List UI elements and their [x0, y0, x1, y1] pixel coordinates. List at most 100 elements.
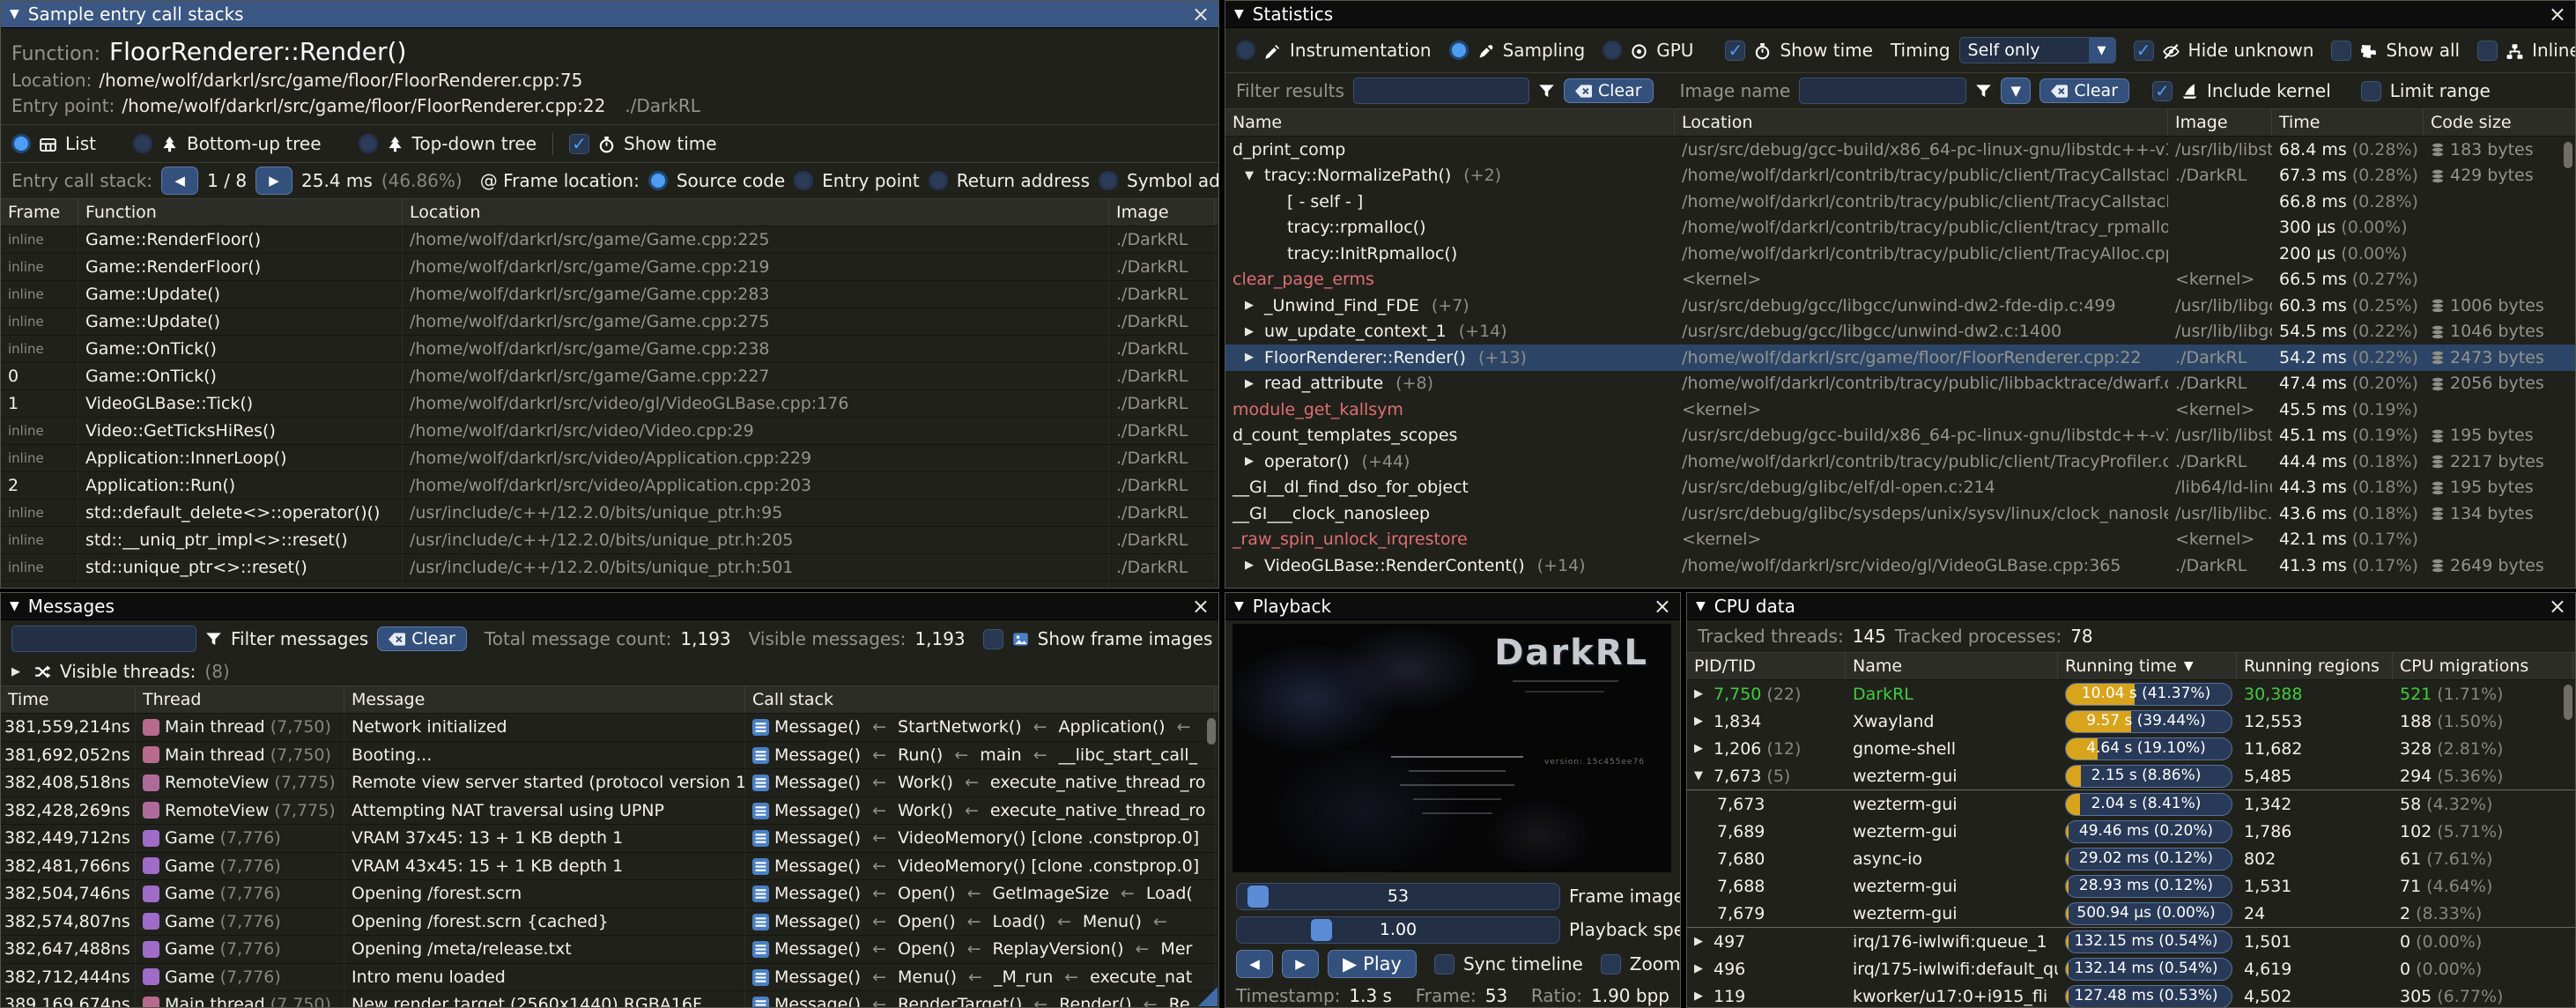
cpu-row[interactable]: 7,673wezterm-gui2.04 s (8.41%)1,34258(4.… — [1687, 789, 2575, 818]
collapse-icon[interactable]: ▼ — [1696, 599, 1706, 613]
statistics-row[interactable]: ▶read_attribute(+8)/home/wolf/darkrl/con… — [1225, 371, 2575, 397]
column-header[interactable]: Location — [403, 199, 1109, 226]
statistics-row[interactable]: __GI__dl_find_dso_for_object/usr/src/deb… — [1225, 475, 2575, 501]
sync-timeline-checkbox[interactable]: ✓ — [1434, 954, 1455, 975]
cpu-row[interactable]: ▶1,834Xwayland9.57 s (39.44%)12,553188(1… — [1687, 708, 2575, 735]
message-row[interactable]: 382,647,488nsGame(7,776)Opening /meta/re… — [1, 936, 1218, 964]
message-row[interactable]: 382,428,269nsRemoteView(7,775)Attempting… — [1, 797, 1218, 826]
statistics-row[interactable]: d_count_templates_scopes/usr/src/debug/g… — [1225, 423, 2575, 449]
call-stack-cell[interactable]: Message()←VideoMemory() [clone .constpro… — [745, 825, 1215, 852]
call-stack-icon[interactable] — [752, 856, 769, 876]
collapse-icon[interactable]: ▼ — [10, 599, 19, 613]
source-code-radio[interactable] — [648, 171, 668, 190]
expand-arrow-icon[interactable]: ▶ — [1245, 455, 1259, 468]
collapse-arrow-icon[interactable]: ▼ — [1694, 769, 1708, 782]
filter-results-input[interactable] — [1353, 78, 1529, 104]
bottom-up-tree-radio[interactable] — [133, 134, 152, 153]
resize-grip[interactable] — [1198, 987, 1218, 1006]
call-stack-cell[interactable]: Message()←Menu()←_M_run←execute_nat — [745, 964, 1215, 991]
call-stack-cell[interactable]: Message()←Open()←GetImageSize←Load( — [745, 880, 1215, 908]
expand-icon[interactable]: ▶ — [11, 665, 26, 678]
call-stack-cell[interactable]: Message()←Open()←ReplayVersion()←Mer — [745, 936, 1215, 963]
play-button[interactable]: ▶Play — [1328, 950, 1417, 978]
call-stack-cell[interactable]: Message()←Run()←main←__libc_start_call_ — [745, 742, 1215, 769]
scrollbar-thumb[interactable] — [2564, 142, 2572, 168]
statistics-row[interactable]: d_print_comp/usr/src/debug/gcc-build/x86… — [1225, 137, 2575, 163]
statistics-row[interactable]: _raw_spin_unlock_irqrestore<kernel><kern… — [1225, 527, 2575, 553]
message-row[interactable]: 382,481,766nsGame(7,776)VRAM 43x45: 15 +… — [1, 853, 1218, 881]
call-stack-cell[interactable]: Message()←Work()←execute_native_thread_r… — [745, 797, 1215, 825]
statistics-row[interactable]: ▼tracy::NormalizePath()(+2)/home/wolf/da… — [1225, 163, 2575, 189]
call-stack-icon[interactable] — [752, 773, 769, 792]
call-stack-cell[interactable]: Message()←RenderTarget()←Render()←Re — [745, 991, 1215, 1008]
prev-stack-button[interactable]: ◀ — [161, 167, 198, 195]
collapse-arrow-icon[interactable]: ▼ — [1245, 169, 1259, 182]
sampling-radio[interactable] — [1449, 41, 1469, 60]
column-header[interactable]: Location — [1675, 109, 2168, 136]
statistics-row[interactable]: [ - self - ]/home/wolf/darkrl/contrib/tr… — [1225, 189, 2575, 215]
statistics-row[interactable]: ▶uw_update_context_1(+14)/usr/src/debug/… — [1225, 319, 2575, 345]
top-down-tree-radio[interactable] — [359, 134, 378, 153]
call-stack-cell[interactable]: Message()←StartNetwork()←Application()← — [745, 714, 1215, 741]
next-stack-button[interactable]: ▶ — [255, 167, 292, 195]
column-header[interactable]: Name — [1225, 109, 1675, 136]
column-header[interactable]: Thread — [136, 686, 344, 713]
collapse-icon[interactable]: ▼ — [10, 7, 19, 21]
close-icon[interactable]: × — [2549, 4, 2566, 24]
symbol-address-radio[interactable] — [1099, 171, 1118, 190]
statistics-row[interactable]: __GI___clock_nanosleep/usr/src/debug/gli… — [1225, 500, 2575, 527]
column-header[interactable]: Time — [1, 686, 136, 713]
message-row[interactable]: 389,169,674nsMain thread(7,750)New rende… — [1, 991, 1218, 1008]
call-stack-icon[interactable] — [752, 717, 769, 737]
show-time-checkbox[interactable]: ✓ — [569, 134, 589, 154]
clear-image-button[interactable]: Clear — [2039, 78, 2129, 103]
show-frame-images-checkbox[interactable]: ✓ — [983, 629, 1003, 649]
expand-arrow-icon[interactable]: ▶ — [1694, 742, 1708, 755]
instrumentation-radio[interactable] — [1236, 41, 1255, 60]
scrollbar-thumb[interactable] — [1207, 718, 1216, 745]
hide-unknown-checkbox[interactable]: ✓ — [2134, 41, 2154, 61]
statistics-row[interactable]: ▶operator()(+44)/home/wolf/darkrl/contri… — [1225, 448, 2575, 475]
timing-dropdown[interactable]: Self only▼ — [1959, 37, 2116, 63]
column-header[interactable]: Time — [2272, 109, 2424, 136]
funnel-icon[interactable] — [205, 630, 222, 648]
column-header[interactable]: Image — [2168, 109, 2272, 136]
statistics-row[interactable]: clear_page_erms<kernel><kernel>66.5 ms(0… — [1225, 267, 2575, 293]
expand-arrow-icon[interactable]: ▶ — [1245, 299, 1259, 312]
call-stack-cell[interactable]: Message()←Work()←execute_native_thread_r… — [745, 769, 1215, 797]
column-header[interactable]: Running regions — [2237, 653, 2393, 679]
statistics-row[interactable]: ▶VideoGLBase::RenderContent()(+14)/home/… — [1225, 552, 2575, 579]
table-row[interactable]: inlineGame::RenderFloor()/home/wolf/dark… — [1, 254, 1218, 281]
message-row[interactable]: 382,712,444nsGame(7,776)Intro menu loade… — [1, 964, 1218, 992]
column-header[interactable]: Function — [78, 199, 403, 226]
cpu-row[interactable]: 7,680async-io29.02 ms (0.12%)80261(7.61%… — [1687, 845, 2575, 872]
message-row[interactable]: 382,504,746nsGame(7,776)Opening /forest.… — [1, 880, 1218, 908]
close-icon[interactable]: × — [1654, 597, 1671, 616]
cpu-row[interactable]: ▶119kworker/u17:0+i915_fli127.48 ms (0.5… — [1687, 982, 2575, 1008]
expand-arrow-icon[interactable]: ▶ — [1694, 935, 1708, 948]
table-row[interactable]: inlinestd::default_delete<>::operator()(… — [1, 500, 1218, 527]
limit-range-checkbox[interactable]: ✓ — [2361, 81, 2381, 101]
expand-arrow-icon[interactable]: ▶ — [1694, 687, 1708, 700]
include-kernel-checkbox[interactable]: ✓ — [2152, 81, 2173, 101]
collapse-icon[interactable]: ▼ — [1234, 7, 1244, 21]
cpu-row[interactable]: ▶497irq/176-iwlwifi:queue_1132.15 ms (0.… — [1687, 928, 2575, 955]
expand-arrow-icon[interactable]: ▶ — [1245, 377, 1259, 390]
table-row[interactable]: inlineGame::Update()/home/wolf/darkrl/sr… — [1, 281, 1218, 308]
column-header[interactable]: Name — [1846, 653, 2058, 679]
funnel-icon[interactable] — [1975, 82, 1992, 100]
call-stack-icon[interactable] — [752, 995, 769, 1008]
close-icon[interactable]: × — [2549, 597, 2566, 616]
column-header[interactable]: Code size — [2424, 109, 2576, 136]
column-header[interactable]: Running time▼ — [2058, 653, 2237, 679]
list-radio[interactable] — [11, 134, 31, 153]
statistics-row[interactable]: ▶_Unwind_Find_FDE(+7)/usr/src/debug/gcc/… — [1225, 293, 2575, 319]
statistics-row[interactable]: ▶FloorRenderer::Render()(+13)/home/wolf/… — [1225, 345, 2575, 371]
column-header[interactable]: Message — [344, 686, 745, 713]
cpu-row[interactable]: 7,679wezterm-gui500.94 µs (0.00%)242(8.3… — [1687, 900, 2575, 928]
cpu-row[interactable]: ▶1,206(12)gnome-shell4.64 s (19.10%)11,6… — [1687, 735, 2575, 762]
expand-arrow-icon[interactable]: ▶ — [1245, 351, 1259, 364]
message-row[interactable]: 382,408,518nsRemoteView(7,775)Remote vie… — [1, 769, 1218, 797]
gpu-radio[interactable] — [1603, 41, 1622, 60]
table-row[interactable]: inlineGame::Update()/home/wolf/darkrl/sr… — [1, 308, 1218, 336]
